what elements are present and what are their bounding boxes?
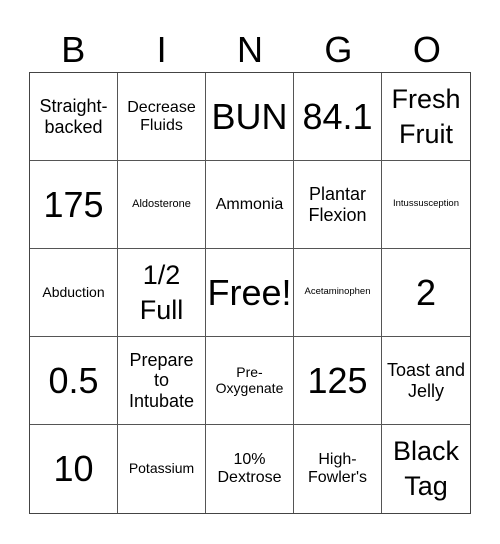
bingo-cell[interactable]: Black Tag: [382, 425, 470, 513]
bingo-cell[interactable]: Prepare to Intubate: [118, 337, 206, 425]
bingo-cell-text: High- Fowler's: [307, 451, 368, 486]
bingo-cell[interactable]: Ammonia: [206, 161, 294, 249]
bingo-cell-text: Free!: [207, 271, 292, 313]
bingo-cell-text: Intussusception: [392, 198, 459, 210]
bingo-cell-text: Prepare to Intubate: [128, 350, 195, 411]
bingo-cell[interactable]: Decrease Fluids: [118, 73, 206, 161]
header-letter-o: O: [412, 29, 441, 70]
bingo-cell-text: Plantar Flexion: [308, 184, 367, 225]
bingo-card-grid: Straight-backed Decrease Fluids BUN 84.1 Fre…: [29, 72, 471, 514]
bingo-cell[interactable]: 0.5: [30, 337, 118, 425]
bingo-cell[interactable]: Abduction: [30, 249, 118, 337]
bingo-cell-text: 1/2 Full: [139, 259, 184, 325]
bingo-cell-text: 84.1: [302, 95, 373, 137]
bingo-cell-text: Black Tag: [392, 436, 460, 501]
bingo-cell[interactable]: 10: [30, 425, 118, 513]
bingo-cell[interactable]: Aldosterone: [118, 161, 206, 249]
bingo-cell[interactable]: High- Fowler's: [294, 425, 382, 513]
bingo-cell-text: Aldosterone: [132, 198, 191, 211]
bingo-cell-text: 0.5: [48, 359, 99, 401]
bingo-cell[interactable]: 125: [294, 337, 382, 425]
bingo-cell[interactable]: Intussusception: [382, 161, 470, 249]
bingo-header: B I N G O: [29, 30, 471, 70]
bingo-cell-text: Toast and Jelly: [386, 360, 466, 401]
bingo-cell-text: Abduction: [42, 283, 105, 300]
bingo-cell-text: Potassium: [128, 460, 195, 477]
bingo-cell[interactable]: Toast and Jelly: [382, 337, 470, 425]
bingo-cell[interactable]: 10% Dextrose: [206, 425, 294, 513]
bingo-cell[interactable]: Potassium: [118, 425, 206, 513]
bingo-cell-text: 125: [307, 359, 368, 401]
bingo-cell-text: 175: [43, 183, 104, 225]
bingo-cell-text: BUN: [211, 95, 288, 137]
bingo-cell[interactable]: 1/2 Full: [118, 249, 206, 337]
bingo-cell-text: Fresh Fruit: [391, 83, 461, 149]
bingo-cell[interactable]: Acetaminophen: [294, 249, 382, 337]
header-letter-i: I: [156, 29, 167, 70]
bingo-cell[interactable]: Plantar Flexion: [294, 161, 382, 249]
bingo-cell-text: Acetaminophen: [304, 286, 371, 298]
bingo-cell-text: 2: [415, 271, 437, 313]
header-letter-g: G: [324, 29, 353, 70]
bingo-cell-text: Ammonia: [215, 195, 284, 213]
free-space-cell[interactable]: Free!: [206, 249, 294, 337]
bingo-cell[interactable]: 2: [382, 249, 470, 337]
header-letter-n: N: [237, 29, 264, 70]
bingo-cell[interactable]: Straight-backed: [30, 73, 118, 161]
bingo-cell[interactable]: 84.1: [294, 73, 382, 161]
bingo-cell-text: Decrease Fluids: [127, 98, 196, 134]
bingo-cell[interactable]: 175: [30, 161, 118, 249]
bingo-cell-text: 10: [53, 448, 94, 489]
bingo-cell[interactable]: BUN: [206, 73, 294, 161]
bingo-cell[interactable]: Pre- Oxygenate: [206, 337, 294, 425]
header-letter-b: B: [61, 29, 86, 70]
bingo-cell[interactable]: Fresh Fruit: [382, 73, 470, 161]
bingo-cell-text: Straight-backed: [39, 96, 108, 137]
bingo-cell-text: Pre- Oxygenate: [215, 363, 284, 396]
bingo-cell-text: 10% Dextrose: [217, 451, 282, 486]
